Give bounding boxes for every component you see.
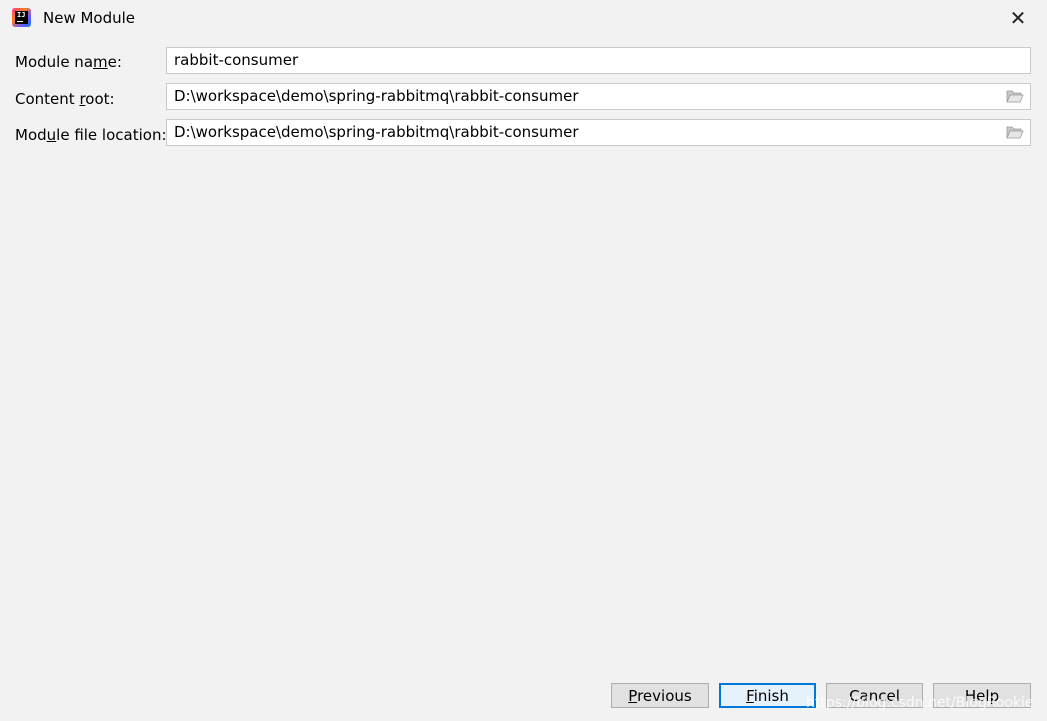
close-button[interactable]: ✕ [1002, 4, 1034, 32]
browse-folder-icon[interactable] [1006, 89, 1024, 103]
module-name-value: rabbit-consumer [174, 51, 299, 69]
watermark-text: https://blog.csdn.net/BlogRookie [806, 695, 1034, 711]
finish-button[interactable]: Finish [719, 683, 816, 708]
module-file-location-value: D:\workspace\demo\spring-rabbitmq\rabbit… [174, 123, 579, 141]
module-name-label: Module name: [15, 53, 122, 71]
previous-button-label: Previous [628, 686, 692, 705]
intellij-app-icon: IJ [12, 8, 31, 27]
title-bar: IJ New Module ✕ [0, 0, 1047, 36]
module-file-location-label: Module file location: [15, 126, 167, 144]
module-file-location-input[interactable]: D:\workspace\demo\spring-rabbitmq\rabbit… [166, 119, 1031, 146]
content-root-value: D:\workspace\demo\spring-rabbitmq\rabbit… [174, 87, 579, 105]
finish-button-label: Finish [746, 686, 789, 705]
content-root-label: Content root: [15, 90, 115, 108]
window-title: New Module [43, 9, 136, 27]
previous-button[interactable]: Previous [611, 683, 709, 708]
module-name-input[interactable]: rabbit-consumer [166, 47, 1031, 74]
close-icon: ✕ [1009, 6, 1027, 30]
browse-folder-icon[interactable] [1006, 125, 1024, 139]
content-root-input[interactable]: D:\workspace\demo\spring-rabbitmq\rabbit… [166, 83, 1031, 110]
